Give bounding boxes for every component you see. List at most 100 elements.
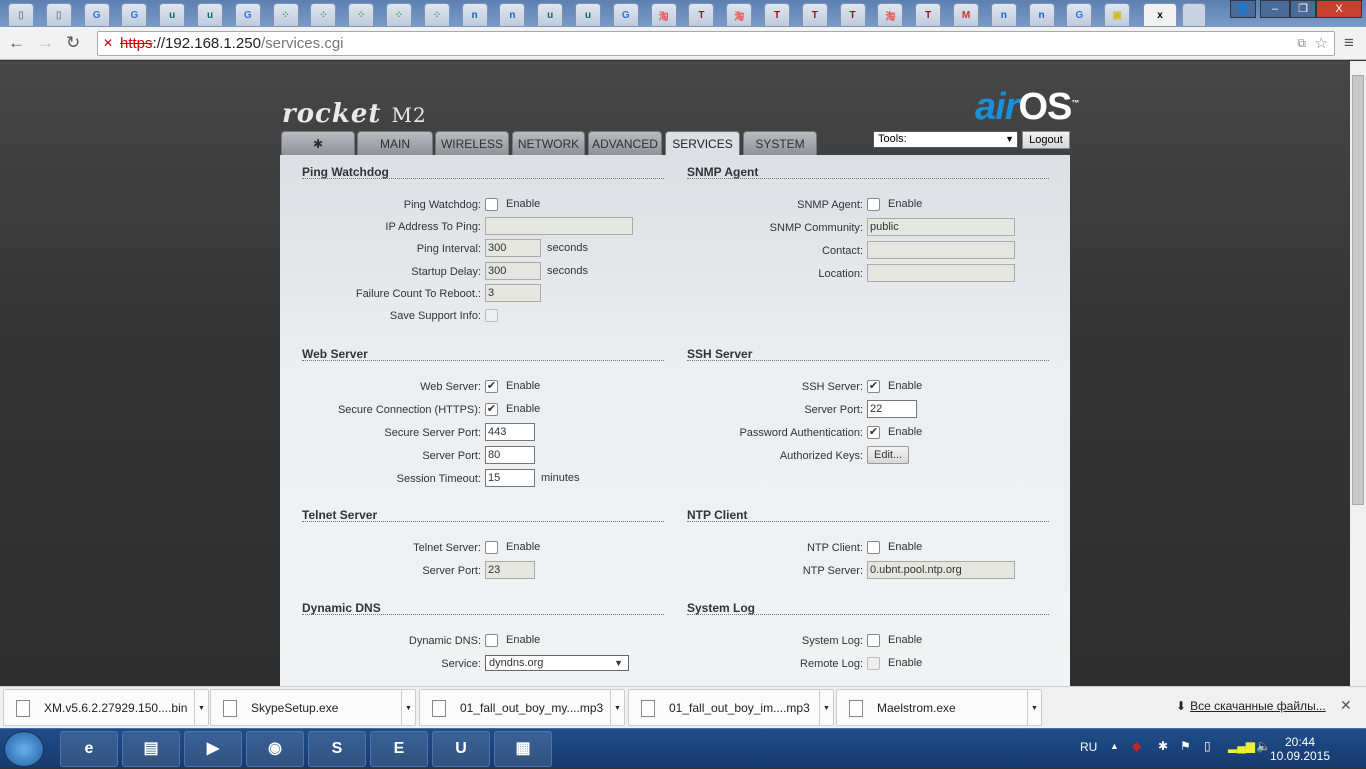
- minimize-button[interactable]: –: [1260, 0, 1290, 18]
- browser-tab[interactable]: n: [461, 3, 488, 27]
- text-input[interactable]: 443: [485, 423, 535, 441]
- download-menu-arrow[interactable]: ▼: [194, 690, 208, 725]
- tools-select[interactable]: Tools:: [873, 131, 1018, 148]
- browser-tab[interactable]: T: [688, 3, 715, 27]
- browser-tab[interactable]: 淘: [877, 3, 904, 27]
- browser-tab[interactable]: u: [575, 3, 601, 27]
- enable-checkbox[interactable]: ✔: [867, 379, 880, 393]
- browser-tab[interactable]: ⁘: [423, 3, 450, 27]
- download-menu-arrow[interactable]: ▼: [819, 690, 833, 725]
- browser-tab[interactable]: M: [953, 3, 979, 27]
- clock[interactable]: 20:44 10.09.2015: [1255, 735, 1345, 763]
- text-input[interactable]: [485, 217, 633, 236]
- browser-tab[interactable]: ⁘: [310, 3, 337, 27]
- enable-checkbox[interactable]: [485, 633, 498, 647]
- tab-services[interactable]: SERVICES: [665, 131, 740, 156]
- forward-icon[interactable]: →: [37, 33, 54, 53]
- download-item[interactable]: Maelstrom.exe ▼: [836, 689, 1042, 726]
- download-item[interactable]: SkypeSetup.exe ▼: [210, 689, 416, 726]
- tab-advanced[interactable]: ADVANCED: [588, 131, 662, 155]
- browser-tab[interactable]: n: [499, 3, 526, 27]
- text-input[interactable]: 0.ubnt.pool.ntp.org: [867, 561, 1015, 579]
- browser-tab[interactable]: u: [197, 3, 223, 27]
- browser-tab[interactable]: ▯: [45, 3, 72, 27]
- enable-checkbox[interactable]: ✔: [485, 379, 498, 393]
- new-tab-button[interactable]: [1182, 3, 1206, 27]
- start-button[interactable]: [4, 731, 44, 767]
- chrome-taskbar-button[interactable]: ◉: [246, 731, 304, 767]
- bookmark-star-icon[interactable]: ☆: [1315, 32, 1328, 55]
- browser-tab[interactable]: T: [839, 3, 866, 27]
- text-input[interactable]: 3: [485, 283, 541, 302]
- download-menu-arrow[interactable]: ▼: [1027, 690, 1041, 725]
- enable-checkbox[interactable]: ✔: [485, 402, 498, 416]
- network-icon[interactable]: ▂▄▆: [1228, 739, 1255, 753]
- battery-icon[interactable]: ▯: [1204, 739, 1211, 753]
- browser-tab[interactable]: u: [159, 3, 186, 27]
- browser-tab[interactable]: 淘: [726, 3, 753, 27]
- download-item[interactable]: XM.v5.6.2.27929.150....bin ▼: [3, 689, 209, 726]
- browser-tab[interactable]: n: [990, 3, 1017, 27]
- all-downloads-link[interactable]: ⬇ Все скачанные файлы...: [1176, 699, 1326, 713]
- back-icon[interactable]: ←: [8, 33, 25, 53]
- browser-tab[interactable]: ▣: [1104, 3, 1131, 27]
- explorer-taskbar-button[interactable]: ▤: [122, 731, 180, 767]
- browser-tab[interactable]: ▯: [8, 3, 34, 27]
- close-window-button[interactable]: X: [1316, 0, 1362, 18]
- text-input[interactable]: public: [867, 218, 1015, 236]
- browser-tab[interactable]: T: [801, 3, 828, 27]
- browser-tab[interactable]: T: [764, 3, 790, 27]
- bluetooth-icon[interactable]: ✱: [1158, 739, 1168, 753]
- download-menu-arrow[interactable]: ▼: [401, 690, 415, 725]
- language-indicator[interactable]: RU: [1080, 740, 1097, 754]
- maximize-button[interactable]: ❐: [1290, 0, 1316, 18]
- address-bar[interactable]: ✕ https://192.168.1.250/services.cgi ⧉ ☆: [97, 31, 1335, 56]
- browser-tab[interactable]: G: [121, 3, 148, 27]
- text-input[interactable]: [867, 264, 1015, 282]
- download-menu-arrow[interactable]: ▼: [610, 690, 624, 725]
- browser-tab[interactable]: T: [915, 3, 942, 27]
- download-item[interactable]: 01_fall_out_boy_my....mp3 ▼: [419, 689, 625, 726]
- skype-taskbar-button[interactable]: S: [308, 731, 366, 767]
- tab-network[interactable]: NETWORK: [512, 131, 585, 155]
- action-center-icon[interactable]: ⚑: [1180, 739, 1191, 753]
- unreal-taskbar-button[interactable]: U: [432, 731, 490, 767]
- service-select[interactable]: dyndns.org: [485, 655, 629, 671]
- browser-tab-active[interactable]: x: [1143, 3, 1177, 27]
- tray-expand-icon[interactable]: ▲: [1110, 741, 1119, 751]
- browser-tab[interactable]: u: [537, 3, 564, 27]
- download-item[interactable]: 01_fall_out_boy_im....mp3 ▼: [628, 689, 834, 726]
- text-input[interactable]: [867, 241, 1015, 259]
- browser-tab[interactable]: ⁘: [386, 3, 412, 27]
- enable-checkbox[interactable]: [867, 633, 880, 647]
- tab-system[interactable]: SYSTEM: [743, 131, 817, 155]
- media-taskbar-button[interactable]: ▶: [184, 731, 242, 767]
- enable-checkbox[interactable]: [485, 197, 498, 211]
- control-panel-taskbar-button[interactable]: ▦: [494, 731, 552, 767]
- text-input[interactable]: 23: [485, 561, 535, 579]
- enable-checkbox[interactable]: ✔: [867, 425, 880, 439]
- menu-icon[interactable]: ≡: [1344, 33, 1354, 53]
- text-input[interactable]: 300: [485, 239, 541, 258]
- ie-taskbar-button[interactable]: e: [60, 731, 118, 767]
- tab-ubnt-logo[interactable]: ✱: [281, 131, 355, 155]
- browser-tab[interactable]: G: [1066, 3, 1093, 27]
- all-downloads-text[interactable]: Все скачанные файлы...: [1190, 699, 1326, 713]
- tab-close-icon[interactable]: x: [1157, 10, 1163, 21]
- browser-tab[interactable]: G: [612, 3, 639, 27]
- browser-tab[interactable]: ⁘: [348, 3, 375, 27]
- text-input[interactable]: 300: [485, 261, 541, 280]
- reload-icon[interactable]: ↻: [66, 33, 80, 53]
- edit-keys-button[interactable]: Edit...: [867, 446, 910, 464]
- tray-app-icon[interactable]: ◆: [1132, 739, 1141, 753]
- scrollbar-thumb[interactable]: [1352, 75, 1364, 505]
- enable-checkbox[interactable]: [867, 197, 880, 211]
- enable-checkbox[interactable]: [485, 540, 498, 554]
- tab-main[interactable]: MAIN: [357, 131, 433, 155]
- text-input[interactable]: 15: [485, 469, 535, 487]
- browser-tab[interactable]: 淘: [650, 3, 677, 27]
- text-input[interactable]: 22: [867, 400, 917, 418]
- user-button[interactable]: 👤: [1230, 0, 1256, 18]
- text-input[interactable]: 80: [485, 446, 535, 464]
- page-scrollbar[interactable]: [1350, 61, 1366, 686]
